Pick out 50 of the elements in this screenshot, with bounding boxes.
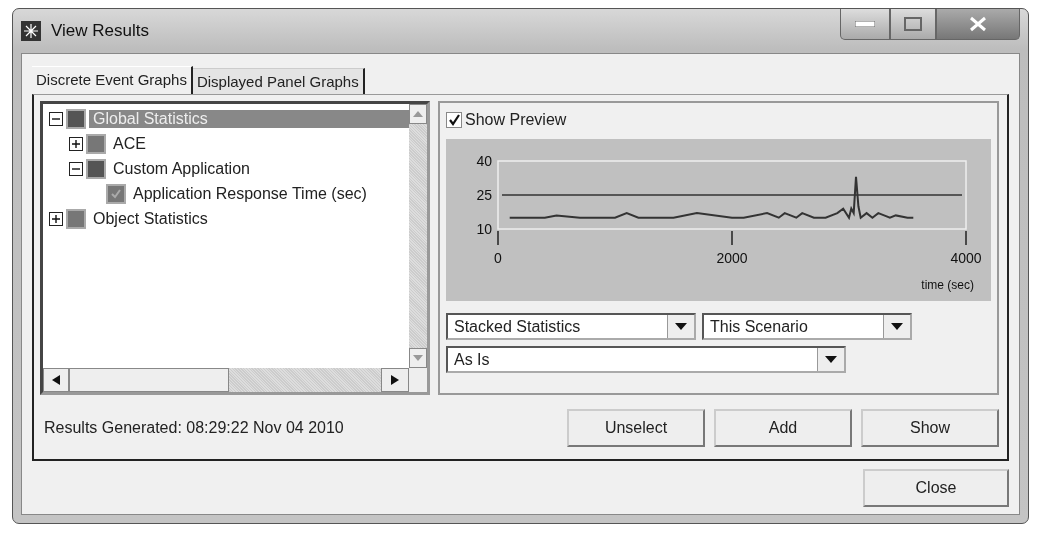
expand-toggle[interactable] [69, 136, 83, 151]
scroll-down-button[interactable] [409, 348, 427, 368]
dropdown[interactable]: Stacked Statistics [446, 313, 696, 340]
tree-item[interactable]: ACE [109, 134, 150, 153]
scroll-up-button[interactable] [409, 104, 427, 124]
axis-label: 40 [476, 153, 492, 169]
collapse-toggle[interactable] [49, 111, 63, 126]
tree-item[interactable]: Application Response Time (sec) [129, 184, 371, 203]
plus-icon [71, 138, 81, 149]
scrollbar-corner [409, 368, 427, 392]
axis-label: 2000 [716, 250, 748, 266]
tree-item[interactable]: Object Statistics [89, 209, 212, 228]
axis-title: time (sec) [921, 278, 974, 292]
action-button[interactable]: Unselect [567, 409, 705, 447]
status-text: Results Generated: 08:29:22 Nov 04 2010 [44, 419, 344, 437]
scroll-right-icon [391, 375, 399, 385]
show-preview-checkbox[interactable]: Show Preview [446, 107, 991, 133]
caret-icon [825, 356, 837, 363]
maximize-button[interactable] [890, 9, 936, 40]
close-button[interactable]: Close [863, 468, 1009, 507]
tree-item[interactable]: Custom Application [109, 159, 254, 178]
plus-icon [51, 213, 61, 224]
scroll-down-icon [413, 355, 423, 361]
caret-icon [891, 323, 903, 330]
close-icon [969, 16, 987, 32]
dropdown[interactable]: As Is [446, 346, 846, 373]
checkbox-label: Show Preview [465, 111, 567, 129]
minimize-icon [855, 21, 875, 27]
window-title: View Results [51, 21, 149, 41]
app-icon [21, 21, 41, 41]
expand-toggle[interactable] [49, 211, 63, 226]
collapse-toggle[interactable] [69, 161, 83, 176]
axis-label: 10 [476, 221, 492, 237]
scroll-left-icon [52, 375, 60, 385]
maximize-icon [904, 17, 922, 31]
action-button[interactable]: Show [861, 409, 999, 447]
close-window-button[interactable] [936, 9, 1020, 40]
tab[interactable]: Displayed Panel Graphs [192, 68, 365, 94]
action-button[interactable]: Add [714, 409, 852, 447]
vertical-scrollbar[interactable] [409, 104, 427, 368]
minimize-button[interactable] [840, 9, 890, 40]
axis-label: 4000 [950, 250, 982, 266]
scroll-up-icon [413, 111, 423, 117]
caret-icon [675, 323, 687, 330]
horizontal-scrollbar[interactable] [43, 368, 409, 392]
axis-label: 0 [494, 250, 502, 266]
checkbox[interactable] [446, 112, 462, 128]
dropdown[interactable]: This Scenario [702, 313, 912, 340]
tab[interactable]: Discrete Event Graphs [32, 66, 193, 94]
axis-label: 25 [476, 187, 492, 203]
